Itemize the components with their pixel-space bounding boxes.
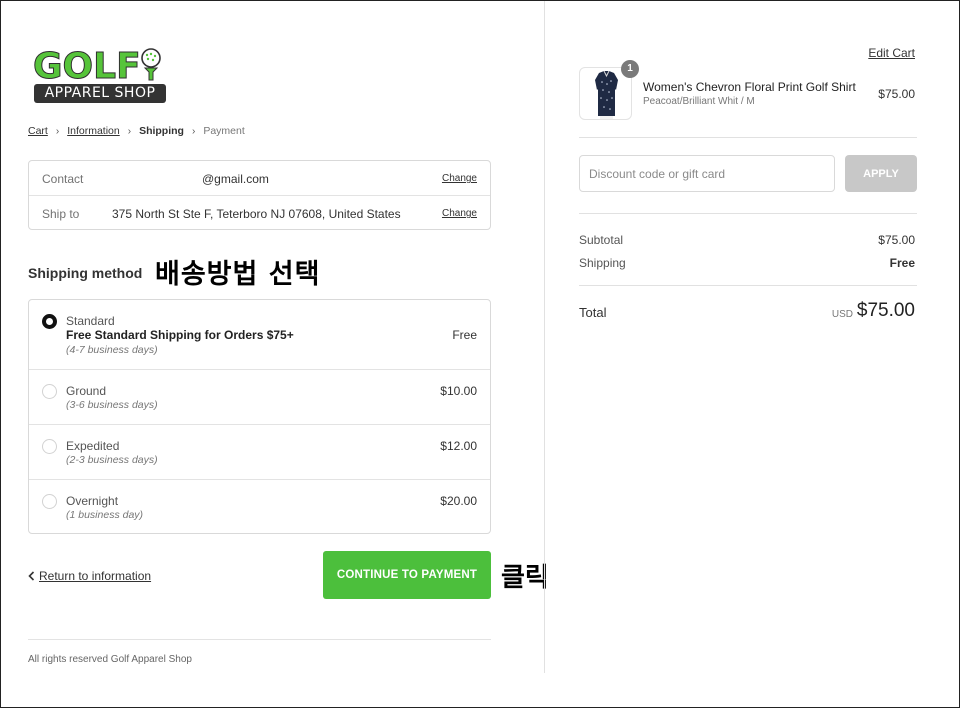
annotation-click: 클릭: [501, 563, 549, 593]
golf-ball-icon: [141, 48, 161, 81]
shipping-option-expedited[interactable]: Expedited (2-3 business days) $12.00: [29, 424, 490, 479]
ship-to-row: Ship to 375 North St Ste F, Teterboro NJ…: [29, 195, 490, 230]
shipping-option-overnight[interactable]: Overnight (1 business day) $20.00: [29, 479, 490, 533]
product-variant: Peacoat/Brilliant Whit / M: [643, 96, 755, 107]
option-price: Free: [452, 328, 477, 342]
divider: [579, 137, 917, 138]
option-name: Standard: [66, 314, 115, 328]
shipping-option-standard[interactable]: Standard Free Standard Shipping for Orde…: [29, 300, 490, 369]
footer-divider: [28, 639, 491, 640]
product-name: Women's Chevron Floral Print Golf Shirt: [643, 80, 856, 94]
change-ship-to-link[interactable]: Change: [442, 208, 477, 219]
total-value: $75.00: [856, 300, 915, 321]
continue-to-payment-button[interactable]: CONTINUE TO PAYMENT: [323, 551, 491, 599]
option-days: (1 business day): [66, 509, 144, 521]
chevron-right-icon: ›: [55, 125, 60, 137]
return-label: Return to information: [39, 569, 152, 583]
quantity-badge: 1: [621, 60, 639, 78]
chevron-right-icon: ›: [191, 125, 196, 137]
subtotal-label: Subtotal: [579, 233, 624, 247]
option-name: Ground: [66, 384, 107, 398]
divider: [579, 285, 917, 286]
shipping-option-ground[interactable]: Ground (3-6 business days) $10.00: [29, 369, 490, 424]
option-days: (3-6 business days): [66, 399, 158, 411]
column-divider: [544, 1, 545, 673]
logo-tagline: APPAREL SHOP: [34, 84, 166, 103]
annotation-select-shipping: 배송방법 선택: [155, 259, 321, 290]
review-box: Contact @gmail.com Change Ship to 375 No…: [28, 160, 491, 230]
product-price: $75.00: [878, 87, 915, 101]
option-description: Free Standard Shipping for Orders $75+: [66, 328, 294, 342]
ship-to-label: Ship to: [42, 207, 80, 221]
contact-value: @gmail.com: [202, 172, 269, 186]
ship-to-value: 375 North St Ste F, Teterboro NJ 07608, …: [112, 207, 401, 221]
option-price: $20.00: [440, 494, 477, 508]
total-label: Total: [579, 305, 607, 320]
contact-row: Contact @gmail.com Change: [29, 161, 490, 195]
contact-label: Contact: [42, 172, 84, 186]
radio-ground[interactable]: [42, 384, 57, 399]
breadcrumb-payment: Payment: [203, 125, 245, 137]
shipping-method-heading: Shipping method: [28, 265, 143, 281]
total-currency: USD: [831, 309, 853, 320]
chevron-right-icon: ›: [127, 125, 132, 137]
breadcrumb-cart[interactable]: Cart: [28, 125, 48, 137]
radio-expedited[interactable]: [42, 439, 57, 454]
radio-overnight[interactable]: [42, 494, 57, 509]
footer-copyright: All rights reserved Golf Apparel Shop: [28, 654, 192, 665]
subtotal-value: $75.00: [878, 233, 915, 247]
breadcrumb-information[interactable]: Information: [67, 125, 120, 137]
shipping-label: Shipping: [579, 256, 626, 270]
logo-top: GOLF: [33, 46, 142, 87]
breadcrumb-shipping: Shipping: [139, 125, 184, 137]
change-contact-link[interactable]: Change: [442, 173, 477, 184]
edit-cart-link[interactable]: Edit Cart: [868, 46, 915, 60]
apply-discount-button[interactable]: APPLY: [845, 155, 917, 192]
option-price: $12.00: [440, 439, 477, 453]
logo-word: GOLF: [33, 46, 142, 87]
discount-code-input[interactable]: [579, 155, 835, 192]
divider: [579, 213, 917, 214]
option-price: $10.00: [440, 384, 477, 398]
radio-standard[interactable]: [42, 314, 57, 329]
return-to-information-link[interactable]: Return to information: [28, 569, 151, 583]
option-name: Expedited: [66, 439, 120, 453]
option-days: (4-7 business days): [66, 344, 158, 356]
shipping-method-list: Standard Free Standard Shipping for Orde…: [28, 299, 491, 534]
checkout-page: GOLF APPAREL SHOP Cart › Information › S…: [0, 0, 960, 708]
shipping-value: Free: [889, 256, 915, 270]
shop-logo[interactable]: GOLF APPAREL SHOP: [33, 48, 167, 104]
chevron-left-icon: [28, 571, 35, 581]
breadcrumb: Cart › Information › Shipping › Payment: [28, 125, 245, 137]
option-days: (2-3 business days): [66, 454, 158, 466]
option-name: Overnight: [66, 494, 119, 508]
